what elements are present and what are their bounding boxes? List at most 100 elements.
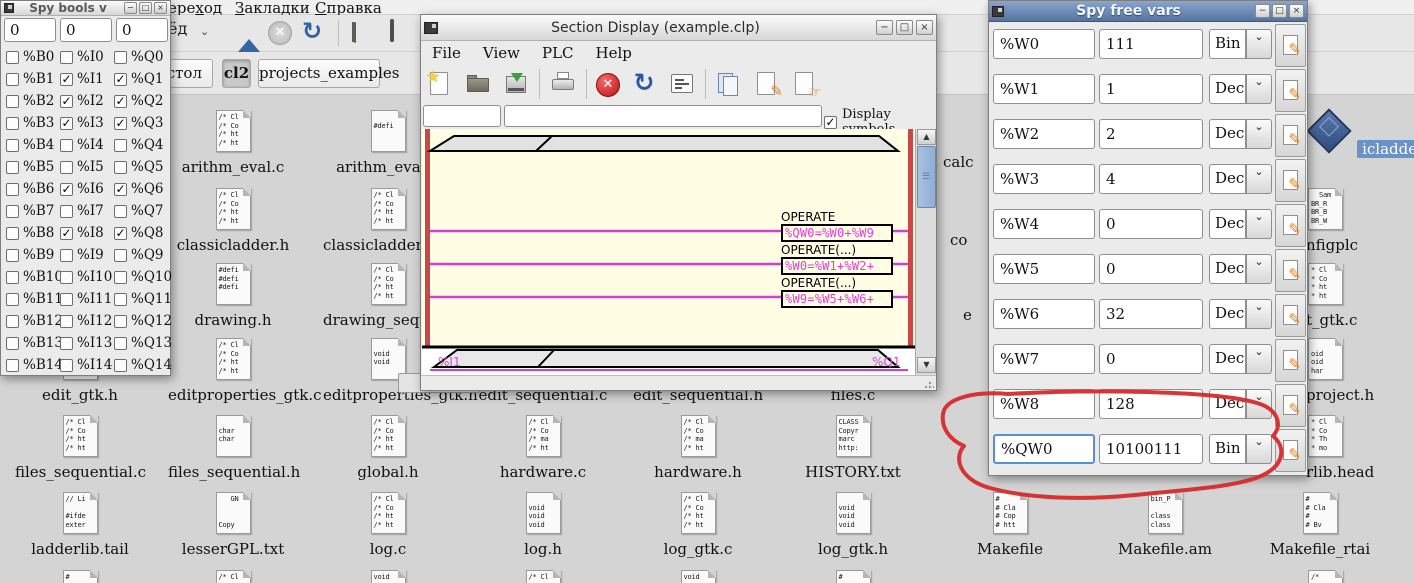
- bool-counter-input-3[interactable]: [116, 18, 168, 42]
- home-folder-icon[interactable]: [352, 22, 378, 43]
- desktop-file[interactable]: # # Cla # # Bv Makefile_rtai: [1255, 492, 1385, 558]
- desktop-file[interactable]: /* Cl /* Co /* ht /* ht files_sequential…: [15, 415, 146, 481]
- checkbox-b[interactable]: [6, 204, 19, 218]
- checkbox-i[interactable]: [60, 248, 73, 262]
- checkbox-b[interactable]: [6, 182, 19, 196]
- desktop-file[interactable]: Sam BR_R BR_B BR_W nfigplc: [1306, 188, 1414, 254]
- checkbox-b[interactable]: [6, 248, 19, 262]
- desktop-file[interactable]: void void void log.h: [478, 492, 608, 558]
- desktop-file[interactable]: char char files_sequential.h: [168, 415, 300, 481]
- desktop-file[interactable]: * Cl * Co * ht * ht t_gtk.c: [1306, 263, 1414, 329]
- desktop-file[interactable]: void void void log_gtk.h: [788, 492, 918, 558]
- checkbox-q[interactable]: [114, 358, 127, 372]
- desktop-file[interactable]: /*: [1306, 570, 1414, 583]
- desktop-file[interactable]: GN Copy lesserGPL.txt: [168, 492, 298, 558]
- checkbox-i[interactable]: ✓: [60, 226, 73, 240]
- checkbox-i[interactable]: [60, 160, 73, 174]
- save-button[interactable]: [502, 70, 530, 98]
- section-wide-entry[interactable]: [504, 105, 822, 127]
- desktop-file[interactable]: bin_P class class Makefile.am: [1100, 492, 1230, 558]
- format-dropdown-button[interactable]: ⌄: [1246, 29, 1272, 59]
- menu-plc[interactable]: PLC: [531, 44, 585, 62]
- edit-button[interactable]: ✎: [753, 70, 783, 100]
- maximize-button[interactable]: □: [1272, 4, 1287, 18]
- var-name-input[interactable]: [993, 29, 1095, 59]
- var-name-input[interactable]: [993, 119, 1095, 149]
- var-name-input[interactable]: [993, 164, 1095, 194]
- desktop-file[interactable]: #: [15, 570, 145, 583]
- rung-operate-3[interactable]: OPERATE(...) %W9=%W5+%W6+: [781, 277, 911, 308]
- checkbox-q[interactable]: [114, 50, 127, 64]
- vertical-scrollbar[interactable]: ▲ ☰ ▼: [915, 129, 936, 375]
- rung-operate-2[interactable]: OPERATE(...) %W0=%W1+%W2+: [781, 244, 911, 275]
- edit-var-button[interactable]: ✎: [1275, 384, 1306, 427]
- var-name-input[interactable]: [993, 434, 1095, 464]
- checkbox-b[interactable]: [6, 50, 19, 64]
- section-titlebar[interactable]: Section Display (example.clp) − □ ×: [421, 15, 936, 41]
- desktop-file[interactable]: /* Cl /* Co /* ma /* ht hardware.h: [633, 415, 763, 481]
- bool-counter-input-2[interactable]: [60, 18, 112, 42]
- checkbox-b[interactable]: [6, 160, 19, 174]
- section-small-entry[interactable]: [423, 105, 501, 127]
- up-arrow-icon[interactable]: [238, 20, 262, 52]
- path-button-projects-examples[interactable]: projects_examples: [258, 59, 399, 88]
- checkbox-q[interactable]: ✓: [114, 72, 127, 86]
- format-dropdown-button[interactable]: ⌄: [1246, 389, 1272, 419]
- computer-icon[interactable]: [390, 19, 416, 47]
- desktop-file[interactable]: CLASS Copyr marc http: HISTORY.txt: [788, 415, 918, 481]
- desktop-file[interactable]: oid oid har project.h: [1306, 338, 1414, 404]
- edit-var-button[interactable]: ✎: [1275, 249, 1306, 292]
- edit-var-button[interactable]: ✎: [1275, 114, 1306, 157]
- checkbox-b[interactable]: [6, 292, 19, 306]
- checkbox-i[interactable]: ✓: [60, 116, 73, 130]
- checkbox-i[interactable]: ✓: [60, 94, 73, 108]
- open-folder-button[interactable]: [464, 70, 492, 98]
- desktop-file[interactable]: void: [633, 570, 763, 583]
- bool-counter-input-1[interactable]: [4, 18, 56, 42]
- spy-vars-titlebar[interactable]: Spy free vars − □ ×: [989, 1, 1307, 22]
- checkbox-b[interactable]: [6, 94, 19, 108]
- var-value-input[interactable]: [1099, 254, 1203, 284]
- format-dropdown-button[interactable]: ⌄: [1246, 164, 1272, 194]
- desktop-file[interactable]: /* Cl /* Co /* ht /* ht arithm_eval.c: [168, 110, 298, 176]
- var-value-input[interactable]: [1099, 164, 1203, 194]
- checkbox-i[interactable]: [60, 138, 73, 152]
- format-dropdown-button[interactable]: ⌄: [1246, 254, 1272, 284]
- var-value-input[interactable]: [1099, 344, 1203, 374]
- edit-var-button[interactable]: ✎: [1275, 159, 1306, 202]
- stop-run-button[interactable]: ✕: [596, 73, 620, 97]
- display-symbols-checkbox[interactable]: ✓: [824, 115, 837, 129]
- var-value-input[interactable]: [1099, 119, 1203, 149]
- var-value-input[interactable]: [1099, 434, 1203, 464]
- desktop-file[interactable]: /* Cl /* Co /* ht /* ht classicladder.h: [168, 188, 298, 254]
- format-dropdown-button[interactable]: ⌄: [1246, 299, 1272, 329]
- checkbox-q[interactable]: ✓: [114, 226, 127, 240]
- checkbox-i[interactable]: [60, 204, 73, 218]
- edit-var-button[interactable]: ✎: [1275, 429, 1306, 472]
- checkbox-b[interactable]: [6, 336, 19, 350]
- var-value-input[interactable]: [1099, 299, 1203, 329]
- close-button[interactable]: ×: [916, 20, 933, 35]
- ladder-canvas[interactable]: OPERATE %QW0=%W0+%W9 OPERATE(...) %W0=%W…: [422, 129, 915, 375]
- checkbox-i[interactable]: [60, 336, 73, 350]
- var-value-input[interactable]: [1099, 74, 1203, 104]
- checkbox-b[interactable]: [6, 314, 19, 328]
- scroll-up-button[interactable]: ▲: [917, 129, 936, 145]
- maximize-button[interactable]: □: [139, 2, 152, 14]
- checkbox-i[interactable]: [60, 270, 73, 284]
- format-dropdown-button[interactable]: ⌄: [1246, 119, 1272, 149]
- format-dropdown-button[interactable]: ⌄: [1246, 344, 1272, 374]
- checkbox-i[interactable]: [60, 292, 73, 306]
- stop-icon[interactable]: ✕: [268, 21, 292, 45]
- checkbox-q[interactable]: [114, 138, 127, 152]
- var-name-input[interactable]: [993, 389, 1095, 419]
- checkbox-q[interactable]: [114, 270, 127, 284]
- checkbox-q[interactable]: ✓: [114, 94, 127, 108]
- scrollbar-thumb[interactable]: ☰: [917, 146, 936, 208]
- var-value-input[interactable]: [1099, 29, 1203, 59]
- desktop-file[interactable]: /* Cl: [478, 570, 608, 583]
- edit-var-button[interactable]: ✎: [1275, 24, 1306, 67]
- checkbox-q[interactable]: ✓: [114, 116, 127, 130]
- desktop-file[interactable]: /* Cl: [168, 570, 298, 583]
- rung-operate-1[interactable]: OPERATE %QW0=%W0+%W9: [781, 211, 911, 242]
